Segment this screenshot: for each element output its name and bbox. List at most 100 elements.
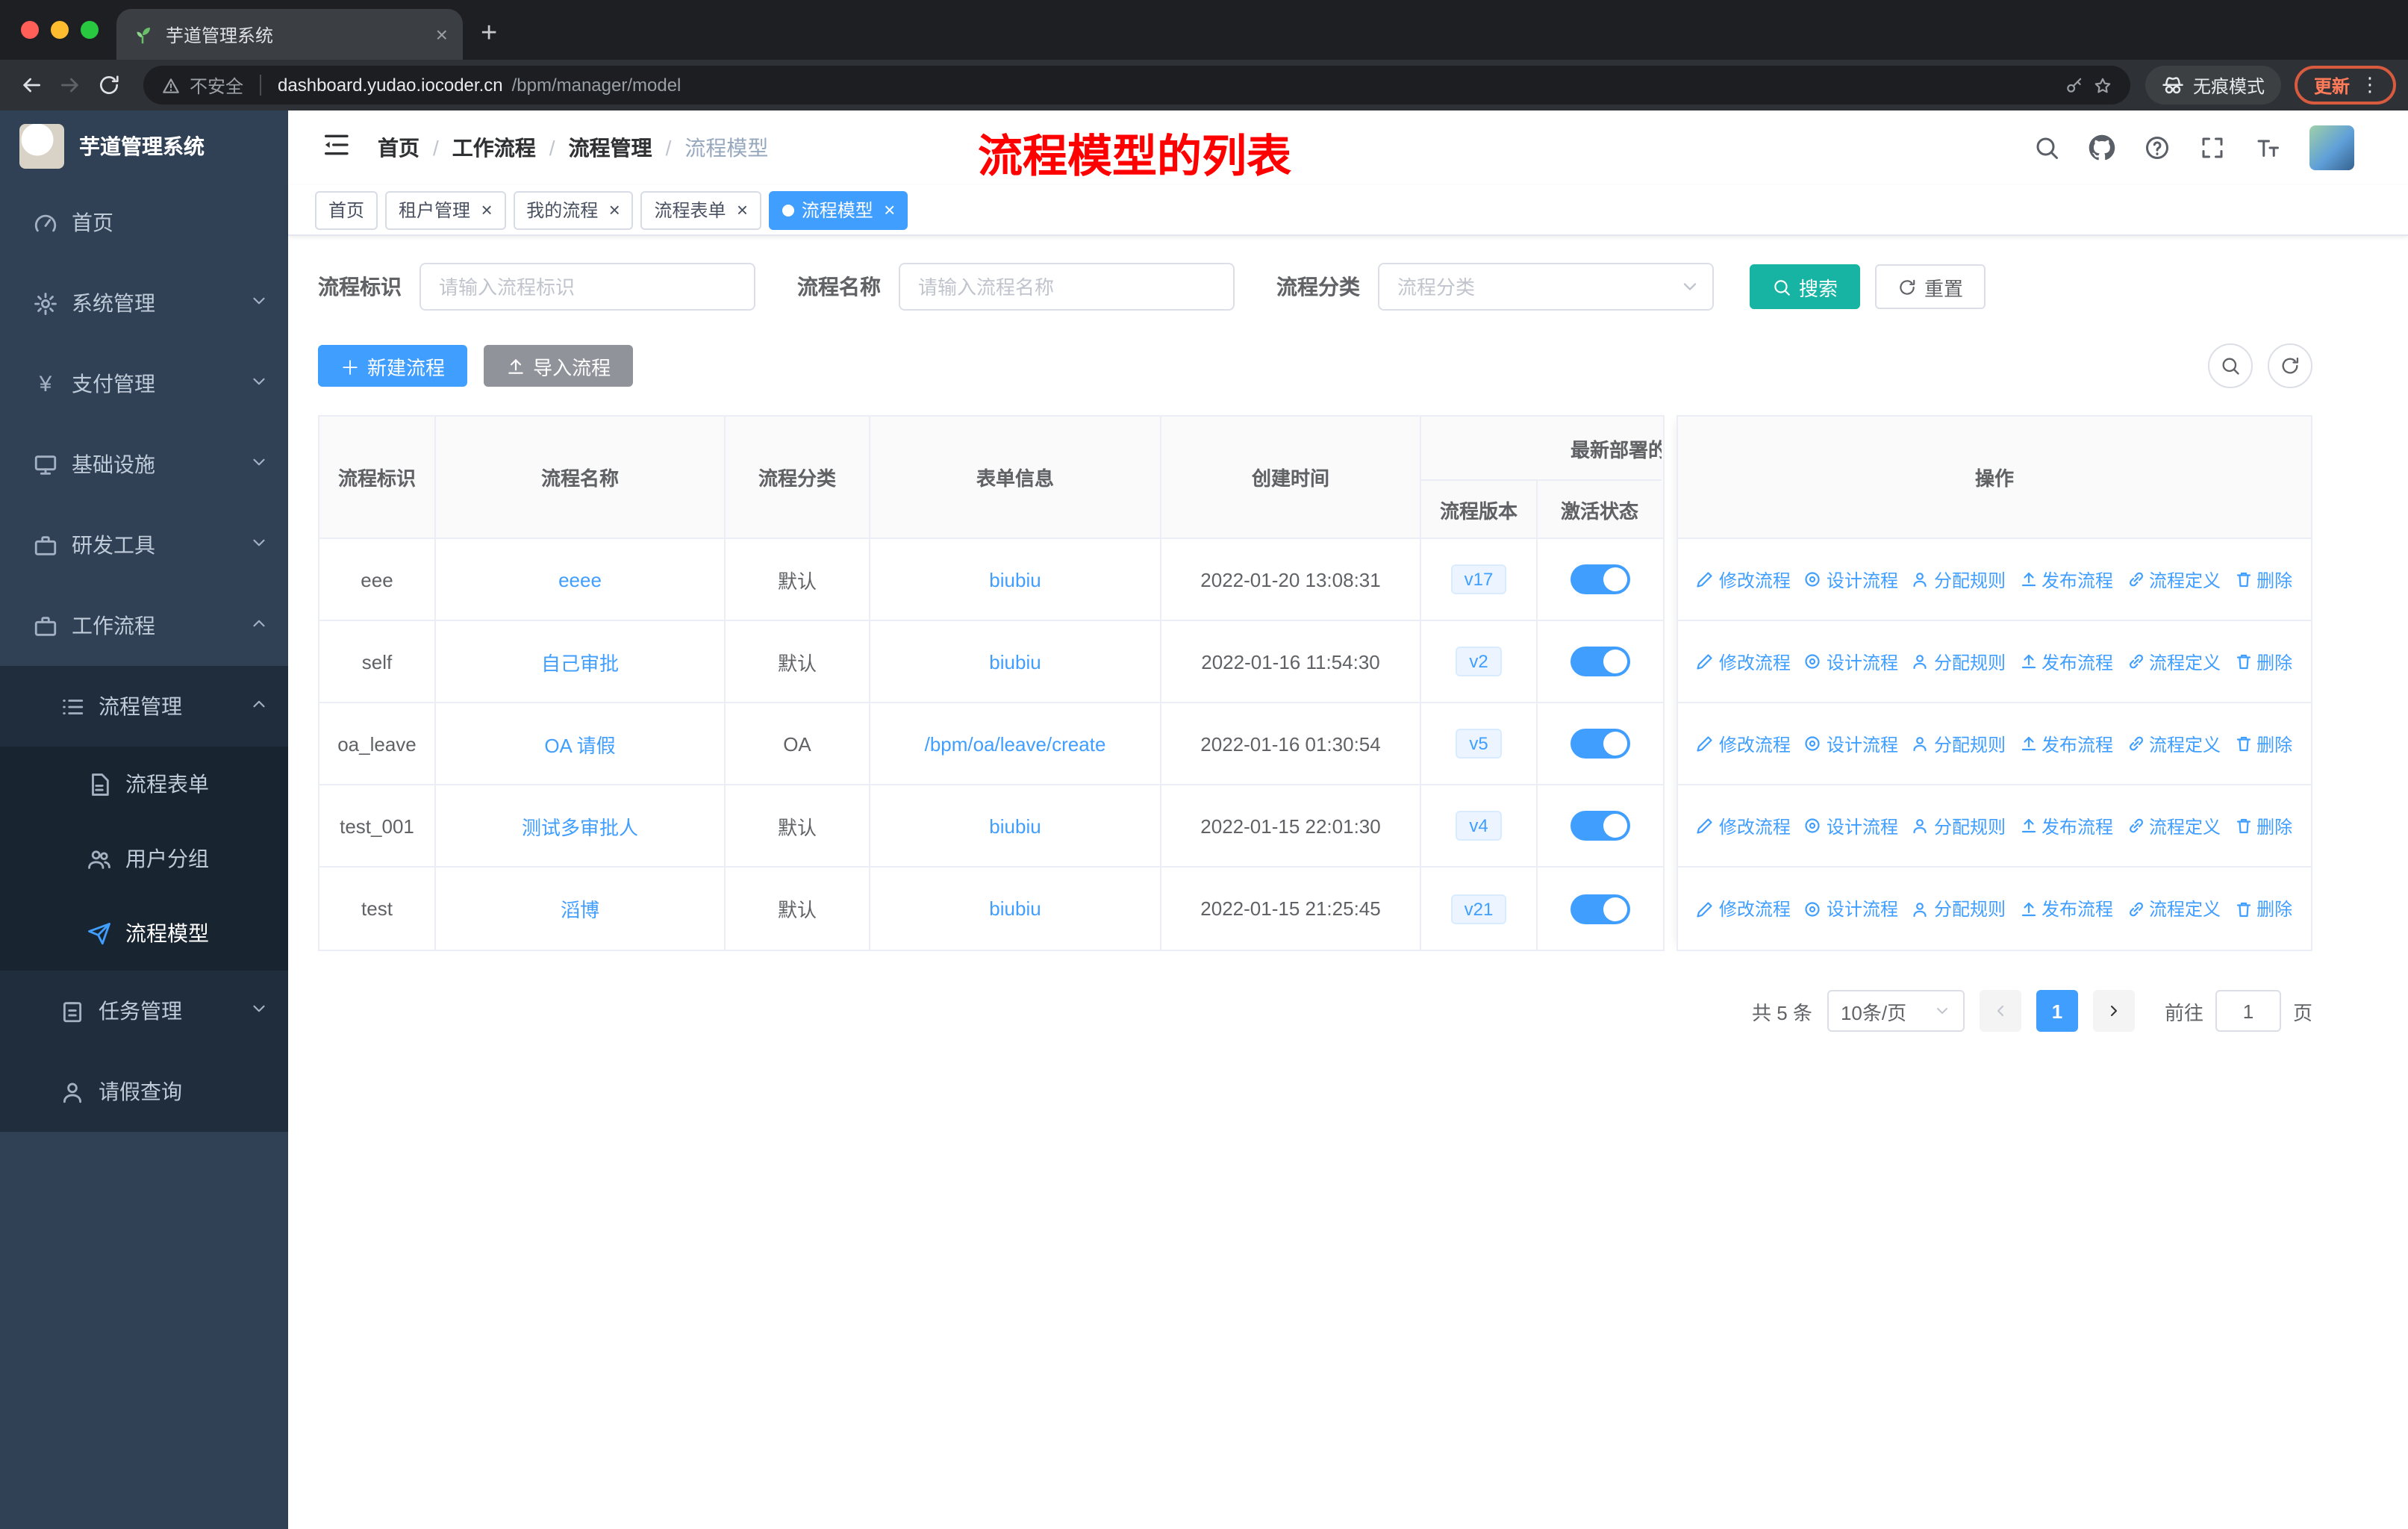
model-name-link[interactable]: 测试多审批人 <box>522 812 638 840</box>
action-definition-link[interactable]: 流程定义 <box>2127 731 2221 756</box>
sidebar-fold-icon[interactable] <box>321 129 351 166</box>
reset-button[interactable]: 重置 <box>1875 264 1986 309</box>
sidebar-item-payment[interactable]: ¥ 支付管理 <box>0 343 288 424</box>
action-design-link[interactable]: 设计流程 <box>1804 896 1898 921</box>
model-name-link[interactable]: OA 请假 <box>544 729 615 758</box>
action-delete-link[interactable]: 删除 <box>2234 896 2292 921</box>
action-edit-link[interactable]: 修改流程 <box>1697 731 1791 756</box>
forward-button[interactable] <box>51 66 90 105</box>
view-tag[interactable]: 流程表单 × <box>640 190 761 229</box>
fullscreen-icon[interactable] <box>2199 134 2226 161</box>
sidebar-item-infrastructure[interactable]: 基础设施 <box>0 424 288 505</box>
action-assign-rule-link[interactable]: 分配规则 <box>1912 567 2006 592</box>
form-info-link[interactable]: biubiu <box>989 568 1041 591</box>
help-icon[interactable] <box>2144 134 2171 161</box>
activation-toggle[interactable] <box>1570 811 1629 841</box>
minimize-window-button[interactable] <box>51 21 69 39</box>
tag-close-icon[interactable]: × <box>737 200 748 219</box>
update-label[interactable]: 更新 <box>2314 72 2350 98</box>
model-name-link[interactable]: eeee <box>558 568 602 591</box>
tab-close-icon[interactable]: × <box>436 22 448 46</box>
breadcrumb-item[interactable]: 工作流程 <box>452 133 536 163</box>
page-number-button[interactable]: 1 <box>2036 990 2078 1032</box>
sidebar-item-user-group[interactable]: 用户分组 <box>0 821 288 896</box>
process-category-select[interactable] <box>1378 263 1714 311</box>
sidebar-item-home[interactable]: 首页 <box>0 182 288 263</box>
create-process-button[interactable]: ＋ 新建流程 <box>318 345 468 387</box>
password-key-icon[interactable] <box>2065 75 2084 95</box>
reload-button[interactable] <box>90 66 128 105</box>
import-process-button[interactable]: 导入流程 <box>484 345 634 387</box>
activation-toggle[interactable] <box>1570 894 1629 924</box>
form-info-link[interactable]: biubiu <box>989 897 1041 920</box>
sidebar-item-process-management[interactable]: 流程管理 <box>0 666 288 747</box>
refresh-table-button[interactable] <box>2268 343 2312 388</box>
sidebar-item-devtools[interactable]: 研发工具 <box>0 505 288 585</box>
action-definition-link[interactable]: 流程定义 <box>2127 649 2221 674</box>
form-info-link[interactable]: biubiu <box>989 815 1041 837</box>
search-button[interactable]: 搜索 <box>1750 264 1861 309</box>
back-button[interactable] <box>12 66 51 105</box>
activation-toggle[interactable] <box>1570 647 1629 676</box>
address-bar[interactable]: 不安全 dashboard.yudao.iocoder.cn/bpm/manag… <box>143 66 2130 105</box>
next-page-button[interactable] <box>2092 990 2135 1032</box>
activation-toggle[interactable] <box>1570 564 1629 594</box>
action-assign-rule-link[interactable]: 分配规则 <box>1912 896 2006 921</box>
show-search-button[interactable] <box>2208 343 2253 388</box>
process-key-input[interactable] <box>419 263 755 311</box>
sidebar-item-system[interactable]: 系统管理 <box>0 263 288 343</box>
sidebar-item-task-management[interactable]: 任务管理 <box>0 971 288 1051</box>
action-design-link[interactable]: 设计流程 <box>1804 649 1898 674</box>
form-info-link[interactable]: /bpm/oa/leave/create <box>925 732 1106 755</box>
github-icon[interactable] <box>2089 134 2115 161</box>
model-name-link[interactable]: 自己审批 <box>541 647 619 676</box>
security-label[interactable]: 不安全 <box>190 72 243 98</box>
goto-page-input[interactable] <box>2215 990 2281 1032</box>
sidebar-item-process-form[interactable]: 流程表单 <box>0 747 288 821</box>
action-delete-link[interactable]: 删除 <box>2234 813 2292 838</box>
action-delete-link[interactable]: 删除 <box>2234 731 2292 756</box>
tag-close-icon[interactable]: × <box>481 200 492 219</box>
action-publish-link[interactable]: 发布流程 <box>2019 813 2113 838</box>
action-publish-link[interactable]: 发布流程 <box>2019 731 2113 756</box>
action-publish-link[interactable]: 发布流程 <box>2019 649 2113 674</box>
new-tab-button[interactable]: + <box>481 19 497 48</box>
sidebar-item-process-model[interactable]: 流程模型 <box>0 896 288 971</box>
action-publish-link[interactable]: 发布流程 <box>2019 896 2113 921</box>
sidebar-item-workflow[interactable]: 工作流程 <box>0 585 288 666</box>
update-chrome-button[interactable]: 更新 ⋮ <box>2294 66 2396 105</box>
browser-menu-icon[interactable]: ⋮ <box>2360 73 2380 97</box>
view-tag[interactable]: 租户管理 × <box>385 190 506 229</box>
search-icon[interactable] <box>2033 134 2060 161</box>
action-design-link[interactable]: 设计流程 <box>1804 731 1898 756</box>
action-definition-link[interactable]: 流程定义 <box>2127 567 2221 592</box>
action-assign-rule-link[interactable]: 分配规则 <box>1912 813 2006 838</box>
action-edit-link[interactable]: 修改流程 <box>1697 813 1791 838</box>
zoom-window-button[interactable] <box>81 21 99 39</box>
tag-close-icon[interactable]: × <box>608 200 620 219</box>
action-definition-link[interactable]: 流程定义 <box>2127 896 2221 921</box>
sidebar-item-leave-query[interactable]: 请假查询 <box>0 1051 288 1132</box>
form-info-link[interactable]: biubiu <box>989 650 1041 673</box>
activation-toggle[interactable] <box>1570 729 1629 759</box>
font-size-icon[interactable] <box>2254 134 2281 161</box>
view-tag[interactable]: 首页 <box>315 190 378 229</box>
bookmark-star-icon[interactable] <box>2093 75 2112 95</box>
prev-page-button[interactable] <box>1979 990 2021 1032</box>
view-tag[interactable]: 流程模型 × <box>768 190 908 229</box>
model-name-link[interactable]: 滔博 <box>561 894 599 923</box>
page-size-select[interactable]: 10条/页 <box>1827 990 1965 1032</box>
action-assign-rule-link[interactable]: 分配规则 <box>1912 649 2006 674</box>
action-definition-link[interactable]: 流程定义 <box>2127 813 2221 838</box>
breadcrumb-item[interactable]: 首页 <box>378 133 419 163</box>
tag-close-icon[interactable]: × <box>884 200 895 219</box>
action-assign-rule-link[interactable]: 分配规则 <box>1912 731 2006 756</box>
browser-tab[interactable]: 芋道管理系统 × <box>116 9 463 60</box>
breadcrumb-item[interactable]: 流程管理 <box>569 133 652 163</box>
view-tag[interactable]: 我的流程 × <box>513 190 634 229</box>
action-delete-link[interactable]: 删除 <box>2234 649 2292 674</box>
action-delete-link[interactable]: 删除 <box>2234 567 2292 592</box>
action-edit-link[interactable]: 修改流程 <box>1697 896 1791 921</box>
process-name-input[interactable] <box>899 263 1235 311</box>
action-edit-link[interactable]: 修改流程 <box>1697 567 1791 592</box>
